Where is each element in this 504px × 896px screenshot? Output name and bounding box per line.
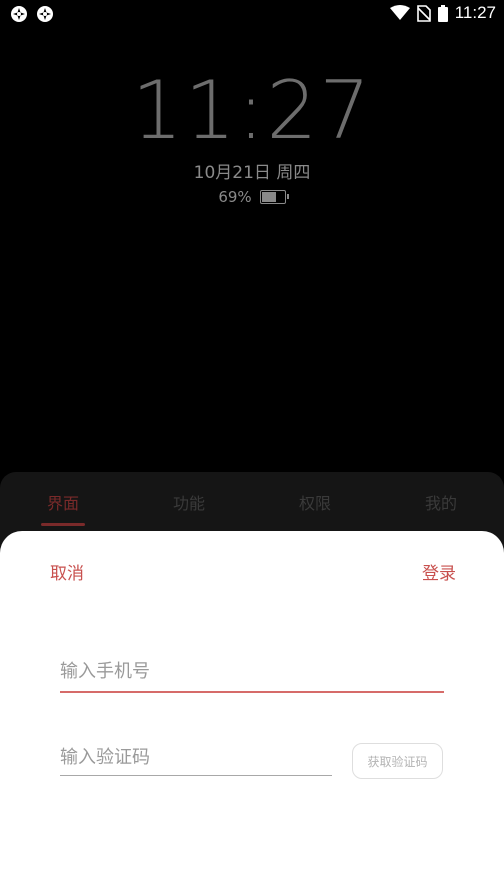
battery-fill xyxy=(261,192,277,202)
lock-battery: 69% xyxy=(0,188,504,206)
code-input[interactable] xyxy=(60,747,332,768)
phone-input[interactable] xyxy=(60,661,444,682)
app-notification-icon xyxy=(11,6,27,22)
cancel-button[interactable]: 取消 xyxy=(50,559,84,584)
lock-clock: 11:27 xyxy=(131,64,373,157)
get-code-button[interactable]: 获取验证码 xyxy=(352,743,443,779)
app-notification-icon xyxy=(37,6,53,22)
battery-percent: 69% xyxy=(218,188,252,206)
status-bar: 11:27 xyxy=(0,0,504,28)
tab-bar: 界面 功能 权限 我的 xyxy=(0,472,504,528)
status-time: 11:27 xyxy=(454,3,496,22)
login-button[interactable]: 登录 xyxy=(422,559,456,584)
tab-functions[interactable]: 功能 xyxy=(126,472,252,528)
battery-icon xyxy=(437,4,448,22)
tab-permissions[interactable]: 权限 xyxy=(252,472,378,528)
notification-icons xyxy=(10,5,54,23)
no-sim-icon xyxy=(416,4,431,22)
battery-icon xyxy=(259,190,289,204)
login-sheet: 取消 登录 获取验证码 xyxy=(0,531,504,896)
tab-mine[interactable]: 我的 xyxy=(378,472,504,528)
tab-interface[interactable]: 界面 xyxy=(0,472,126,528)
code-field[interactable] xyxy=(60,747,332,776)
wifi-icon xyxy=(389,5,410,20)
lock-date: 10月21日 周四 xyxy=(193,163,311,183)
phone-field[interactable] xyxy=(60,661,444,693)
